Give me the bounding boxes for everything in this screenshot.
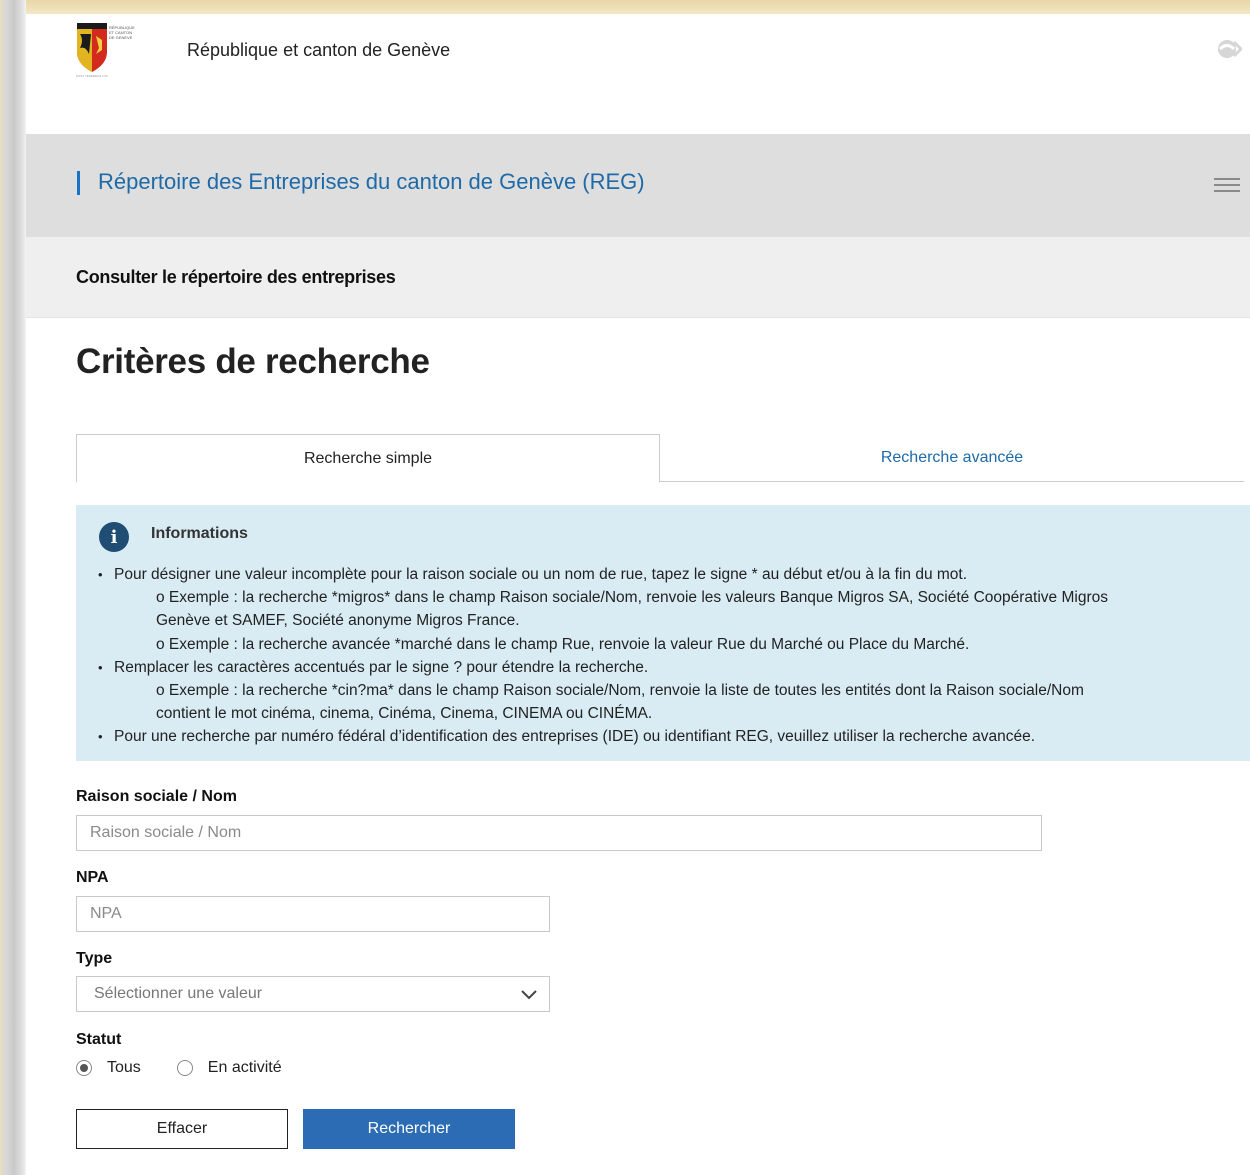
status-label: Statut [76, 1031, 122, 1048]
service-accent-bar [77, 171, 80, 195]
brand-name[interactable]: République et canton de Genève [187, 40, 450, 61]
type-select-value: Sélectionner une valeur [94, 985, 263, 1002]
chevron-down-icon [521, 990, 537, 1000]
section-bar: Consulter le répertoire des entreprises [26, 237, 1250, 318]
service-bar: Répertoire des Entreprises du canton de … [26, 134, 1250, 237]
tab-simple-search[interactable]: Recherche simple [76, 434, 660, 483]
geneva-logo[interactable]: RÉPUBLIQUE ET CANTON DE GENEVE POST TENE… [74, 22, 146, 78]
info-box: i Informations Pour désigner une valeur … [76, 505, 1250, 761]
type-select[interactable]: Sélectionner une valeur [76, 976, 550, 1012]
page: RÉPUBLIQUE ET CANTON DE GENEVE POST TENE… [26, 14, 1250, 1175]
info-line: o Exemple : la recherche *cin?ma* dans l… [156, 682, 1084, 700]
status-radio-all[interactable]: Tous [76, 1059, 141, 1077]
info-line: o Exemple : la recherche avancée *marché… [156, 635, 970, 653]
brand-header: RÉPUBLIQUE ET CANTON DE GENEVE POST TENE… [26, 14, 1250, 134]
info-list: Pour désigner une valeur incomplète pour… [94, 563, 1244, 749]
info-icon: i [99, 522, 129, 552]
section-title: Consulter le répertoire des entreprises [76, 267, 396, 287]
status-radio-group: Tous En activité [76, 1059, 282, 1077]
info-line: Remplacer les caractères accentués par l… [94, 656, 1244, 679]
radio-label: Tous [107, 1059, 141, 1076]
eye-icon[interactable] [1216, 38, 1244, 60]
radio-label: En activité [207, 1059, 282, 1076]
info-line: o Exemple : la recherche *migros* dans l… [156, 589, 1108, 607]
info-line: Genève et SAMEF, Société anonyme Migros … [156, 612, 520, 630]
clear-button[interactable]: Effacer [76, 1109, 288, 1149]
frame-top [0, 0, 1250, 14]
menu-icon[interactable] [1214, 178, 1240, 194]
page-title: Critères de recherche [76, 342, 430, 381]
service-title[interactable]: Répertoire des Entreprises du canton de … [98, 169, 645, 195]
info-line: contient le mot cinéma, cinema, Cinéma, … [156, 705, 653, 723]
radio-checked-icon[interactable] [76, 1060, 92, 1076]
info-line: Pour désigner une valeur incomplète pour… [94, 563, 1244, 586]
frame-left [0, 0, 26, 1175]
search-button[interactable]: Rechercher [303, 1109, 515, 1149]
radio-unchecked-icon[interactable] [176, 1060, 193, 1076]
npa-input[interactable] [76, 896, 550, 932]
svg-text:DE GENEVE: DE GENEVE [109, 35, 133, 40]
status-radio-active[interactable]: En activité [176, 1059, 282, 1077]
svg-text:POST TENEBRAS LUX: POST TENEBRAS LUX [76, 74, 108, 78]
name-input[interactable] [76, 815, 1042, 851]
info-line: Pour une recherche par numéro fédéral d’… [94, 725, 1244, 748]
name-label: Raison sociale / Nom [76, 788, 237, 805]
type-label: Type [76, 950, 113, 967]
search-tabs: Recherche simple Recherche avancée [76, 434, 1244, 483]
npa-label: NPA [76, 869, 109, 886]
tab-advanced-search[interactable]: Recherche avancée [660, 434, 1244, 482]
info-title: Informations [151, 525, 248, 542]
